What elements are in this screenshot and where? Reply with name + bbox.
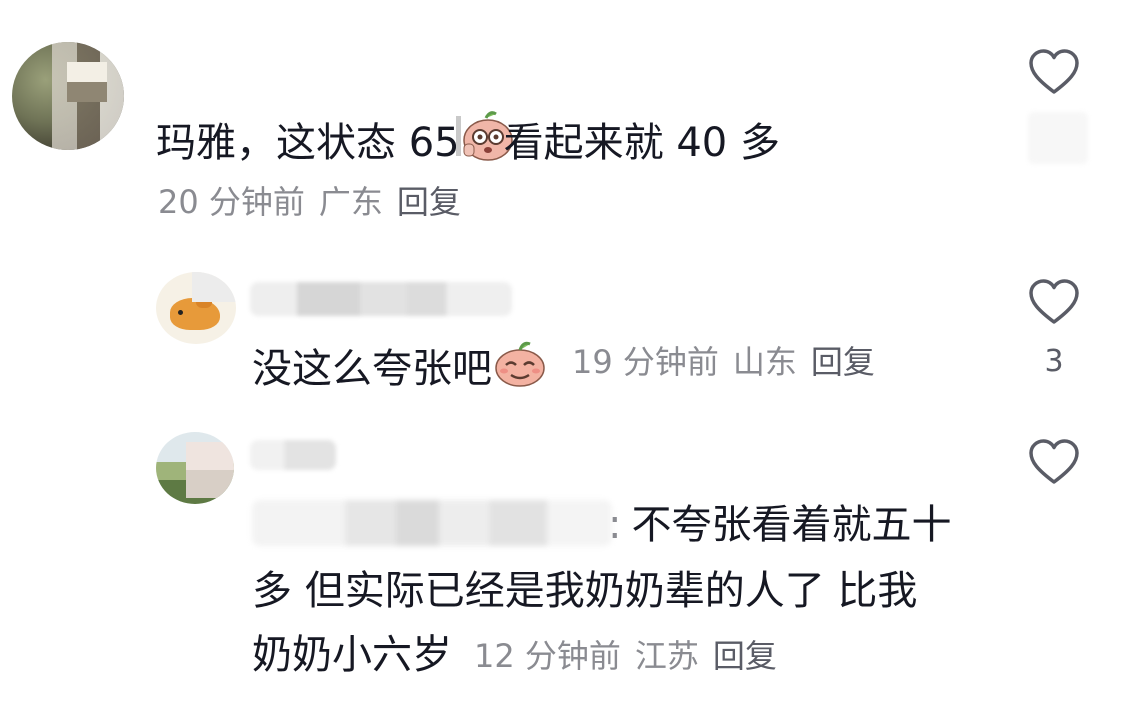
reply-text-line: 多 但实际已经是我奶奶辈的人了 比我	[252, 568, 918, 614]
reply-time: 19 分钟前	[572, 343, 719, 381]
reply-text-part: 不夸张看着就五十	[631, 502, 952, 548]
username-blurred[interactable]	[250, 440, 336, 470]
reply-location: 江苏	[634, 637, 699, 675]
dog-eye	[178, 310, 183, 315]
comment-text-part: 看起来就 40 多	[503, 120, 780, 166]
like-heart-icon[interactable]	[1028, 48, 1080, 96]
like-heart-icon[interactable]	[1028, 278, 1080, 326]
reply-button[interactable]: 回复	[397, 183, 461, 221]
reply-separator: :	[608, 502, 622, 548]
like-heart-icon[interactable]	[1028, 438, 1080, 486]
avatar-mosaic	[192, 272, 236, 302]
like-count: 3	[1044, 344, 1064, 379]
reply-meta: 19 分钟前 山东 回复	[572, 342, 889, 382]
reply-text-part: 奶奶小六岁	[252, 632, 452, 678]
reply-target-blurred[interactable]	[252, 500, 612, 546]
reply-text: 没这么夸张吧	[252, 338, 545, 394]
username-blurred[interactable]	[250, 282, 512, 316]
reply-location: 山东	[732, 343, 797, 381]
comment-meta: 20 分钟前 广东 回复	[158, 182, 475, 222]
avatar[interactable]	[12, 42, 124, 150]
reply-text-line: : 不夸张看着就五十	[608, 500, 951, 550]
comment-location: 广东	[318, 183, 383, 221]
comment-text-part: 玛雅，这状态 65	[156, 120, 460, 166]
peach-face-smile-icon	[492, 338, 545, 387]
reply-time: 12 分钟前	[474, 637, 621, 675]
comment-text: 玛雅，这状态 65 看起来就 40 多	[156, 110, 780, 168]
blurred-region	[1028, 112, 1088, 164]
reply-meta: 12 分钟前 江苏 回复	[474, 636, 791, 676]
reply-text-part: 没这么夸张吧	[252, 346, 492, 392]
comment-time: 20 分钟前	[158, 183, 305, 221]
avatar-mosaic	[186, 442, 234, 498]
reply-text-line: 奶奶小六岁	[252, 630, 452, 680]
reply-button[interactable]: 回复	[713, 637, 777, 675]
reply-button[interactable]: 回复	[811, 343, 875, 381]
peach-face-glasses-icon	[455, 110, 513, 161]
avatar[interactable]	[156, 432, 234, 504]
avatar[interactable]	[156, 272, 236, 344]
avatar-mosaic	[67, 62, 107, 102]
